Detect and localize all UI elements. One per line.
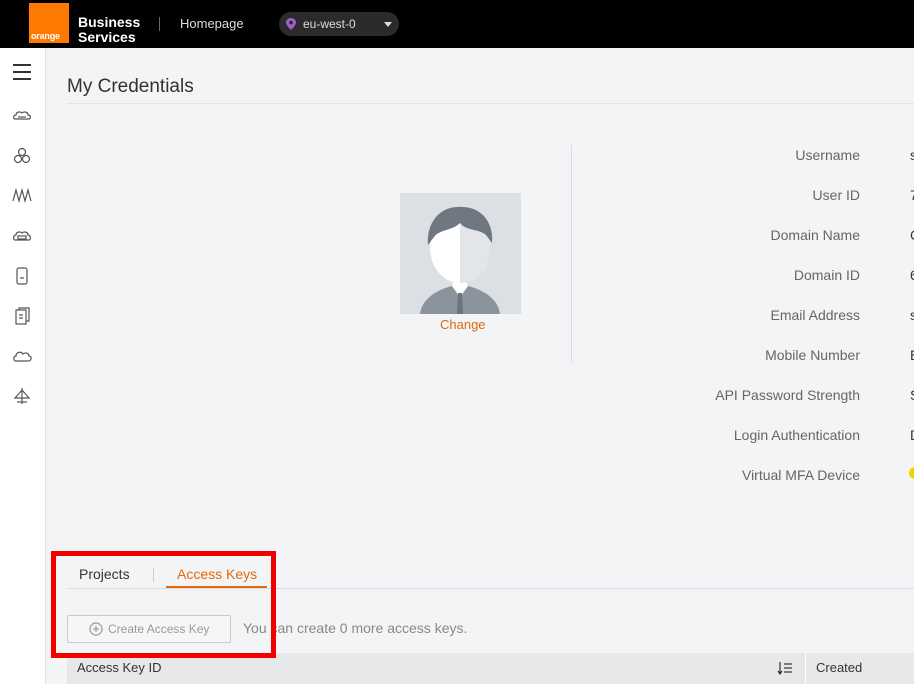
field-value-domain-name: C	[910, 227, 914, 243]
menu-icon[interactable]	[13, 64, 31, 80]
chevron-down-icon	[384, 22, 392, 27]
anchor-icon[interactable]	[12, 386, 32, 406]
cloud-server-icon[interactable]	[12, 106, 32, 126]
mobile-device-icon[interactable]	[12, 266, 32, 286]
field-label-domain-name: Domain Name	[770, 227, 860, 243]
field-value-user-id: 7	[910, 187, 914, 203]
brand-name: Business Services	[78, 15, 140, 45]
top-bar: orange Business Services Homepage eu-wes…	[0, 0, 914, 48]
avatar	[400, 193, 521, 314]
field-label-domain-id: Domain ID	[793, 267, 860, 283]
storage-icon[interactable]	[12, 226, 32, 246]
field-label-email: Email Address	[770, 307, 860, 323]
field-label-username: Username	[795, 147, 860, 163]
region-label: eu-west-0	[303, 17, 356, 31]
highlight-box	[51, 551, 276, 658]
access-key-quota-hint: You can create 0 more access keys.	[243, 620, 468, 636]
field-value-login-authentication: D	[910, 427, 914, 443]
title-divider	[67, 103, 914, 104]
page-title: My Credentials	[67, 76, 194, 97]
logo-text: orange	[31, 31, 60, 41]
mfa-status-icon	[909, 467, 914, 479]
field-label-api-password-strength: API Password Strength	[715, 387, 860, 403]
orange-logo[interactable]: orange	[29, 3, 69, 43]
homepage-link[interactable]: Homepage	[180, 16, 244, 31]
column-header-created: Created	[816, 660, 863, 675]
region-selector[interactable]: eu-west-0	[279, 12, 399, 36]
field-label-user-id: User ID	[812, 187, 860, 203]
network-icon[interactable]	[12, 146, 32, 166]
cloud-icon[interactable]	[12, 346, 32, 366]
field-value-domain-id: 6	[910, 267, 914, 283]
field-label-virtual-mfa: Virtual MFA Device	[741, 467, 860, 483]
field-value-email: s	[910, 307, 914, 323]
column-header-access-key-id: Access Key ID	[77, 660, 162, 675]
field-label-mobile: Mobile Number	[765, 347, 860, 363]
field-value-api-password-strength: S	[910, 387, 914, 403]
brand-line2: Services	[78, 29, 136, 45]
sort-icon[interactable]	[777, 661, 793, 675]
field-value-username: s	[910, 147, 914, 163]
document-copy-icon[interactable]	[12, 306, 32, 326]
waveform-icon[interactable]	[12, 186, 32, 206]
brand-line1: Business	[78, 14, 141, 30]
column-separator	[805, 653, 806, 684]
change-avatar-link[interactable]: Change	[440, 317, 486, 332]
user-silhouette-icon	[420, 206, 500, 314]
header-divider	[159, 17, 160, 31]
field-label-login-authentication: Login Authentication	[733, 427, 860, 443]
profile-divider	[571, 145, 572, 363]
location-pin-icon	[286, 18, 296, 30]
field-value-mobile: E	[910, 347, 914, 363]
sidebar	[0, 48, 46, 684]
